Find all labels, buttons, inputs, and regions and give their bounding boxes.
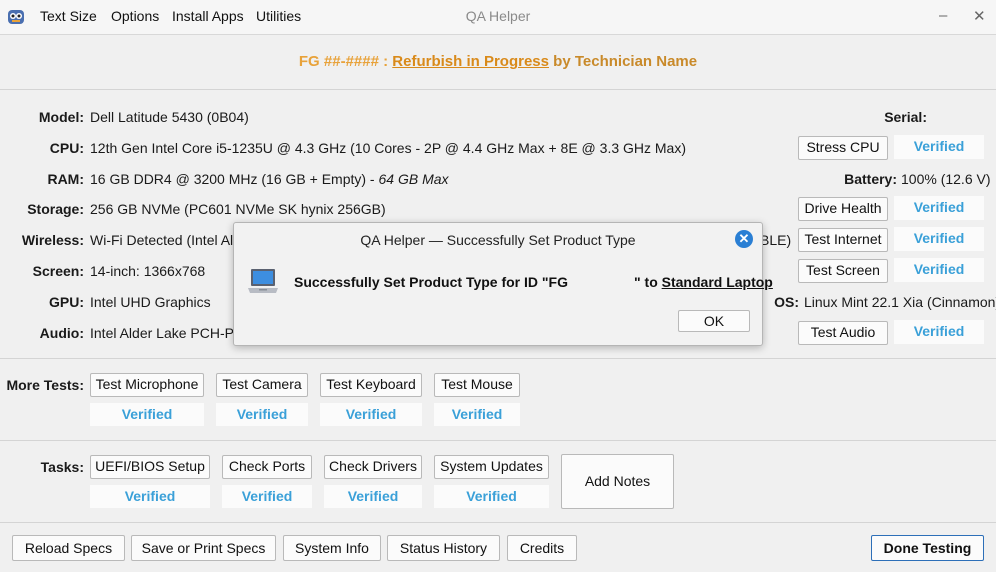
dialog-ok-button[interactable]: OK [678, 310, 750, 332]
wireless-label: Wireless: [21, 232, 84, 248]
test-screen-status: Verified [894, 258, 984, 282]
uefi-bios-setup-status: Verified [90, 485, 210, 508]
done-testing-button[interactable]: Done Testing [871, 535, 984, 561]
os-value: Linux Mint 22.1 Xia (Cinnamon) [804, 294, 996, 310]
dialog-message-mid: " to [634, 274, 662, 290]
test-keyboard-status: Verified [320, 403, 422, 426]
dialog-title: QA Helper — Successfully Set Product Typ… [360, 232, 636, 248]
divider [0, 89, 996, 90]
dialog-close-button[interactable]: ✕ [735, 230, 753, 248]
serial-label: Serial: [884, 109, 927, 125]
check-ports-status: Verified [222, 485, 312, 508]
gpu-label: GPU: [49, 294, 84, 310]
drive-health-button[interactable]: Drive Health [798, 197, 888, 221]
ram-text: 16 GB DDR4 @ 3200 MHz (16 GB + Empty) - [90, 171, 379, 187]
cpu-value: 12th Gen Intel Core i5-1235U @ 4.3 GHz (… [90, 140, 687, 156]
divider [0, 358, 996, 359]
test-camera-status: Verified [216, 403, 308, 426]
model-label: Model: [38, 109, 84, 125]
check-drivers-button[interactable]: Check Drivers [324, 455, 422, 479]
system-info-button[interactable]: System Info [283, 535, 381, 561]
product-type-value: Standard Laptop [661, 274, 773, 290]
test-screen-button[interactable]: Test Screen [798, 259, 888, 283]
drive-health-status: Verified [894, 196, 984, 220]
test-mouse-button[interactable]: Test Mouse [434, 373, 520, 397]
storage-label: Storage: [27, 201, 84, 217]
system-updates-status: Verified [434, 485, 549, 508]
laptop-icon [247, 267, 279, 300]
check-ports-button[interactable]: Check Ports [222, 455, 312, 479]
wireless-value: Wi-Fi Detected (Intel Alde [90, 232, 249, 248]
test-internet-status: Verified [894, 227, 984, 251]
save-print-specs-button[interactable]: Save or Print Specs [131, 535, 276, 561]
check-drivers-status: Verified [324, 485, 422, 508]
dialog-message-prefix: Successfully Set Product Type for ID "FG [294, 274, 568, 290]
wireless-value-tail: BLE) [760, 232, 792, 248]
battery-value: 100% (12.6 V) [901, 171, 991, 187]
test-keyboard-button[interactable]: Test Keyboard [320, 373, 422, 397]
dialog-message: Successfully Set Product Type for ID "FG… [294, 274, 773, 290]
status-header: FG ##-#### : Refurbish in Progress by Te… [0, 53, 996, 70]
test-microphone-status: Verified [90, 403, 204, 426]
audio-label: Audio: [39, 325, 84, 341]
screen-value: 14-inch: 1366x768 [90, 263, 206, 279]
system-updates-button[interactable]: System Updates [434, 455, 549, 479]
test-mouse-status: Verified [434, 403, 520, 426]
gpu-value: Intel UHD Graphics [90, 294, 211, 310]
test-internet-button[interactable]: Test Internet [798, 228, 888, 252]
divider [0, 522, 996, 523]
stress-cpu-button[interactable]: Stress CPU [798, 136, 888, 160]
test-audio-status: Verified [894, 320, 984, 344]
credits-button[interactable]: Credits [507, 535, 577, 561]
technician-name: Technician Name [574, 53, 698, 70]
audio-value: Intel Alder Lake PCH-P H [90, 325, 248, 341]
test-audio-button[interactable]: Test Audio [798, 321, 888, 345]
test-microphone-button[interactable]: Test Microphone [90, 373, 204, 397]
title-bar: Text Size Options Install Apps Utilities… [0, 0, 996, 35]
minimize-button[interactable]: – [939, 7, 947, 24]
ram-value: 16 GB DDR4 @ 3200 MHz (16 GB + Empty) - … [90, 171, 449, 187]
ram-max: 64 GB Max [378, 171, 449, 187]
status-link[interactable]: Refurbish in Progress [392, 53, 549, 70]
ram-label: RAM: [47, 171, 84, 187]
more-tests-label: More Tests: [6, 377, 84, 393]
by-text: by [553, 53, 571, 70]
battery-label: Battery: [844, 171, 897, 187]
reload-specs-button[interactable]: Reload Specs [12, 535, 125, 561]
screen-label: Screen: [32, 263, 84, 279]
uefi-bios-setup-button[interactable]: UEFI/BIOS Setup [90, 455, 210, 479]
test-camera-button[interactable]: Test Camera [216, 373, 308, 397]
window-title: QA Helper [465, 8, 531, 24]
storage-value: 256 GB NVMe (PC601 NVMe SK hynix 256GB) [90, 201, 386, 217]
fg-id: FG ##-#### : [298, 53, 389, 70]
stress-cpu-status: Verified [894, 135, 984, 159]
cpu-label: CPU: [49, 140, 84, 156]
add-notes-button[interactable]: Add Notes [561, 454, 674, 509]
divider [0, 440, 996, 441]
status-history-button[interactable]: Status History [387, 535, 500, 561]
close-window-button[interactable]: ✕ [973, 7, 986, 25]
product-type-dialog: QA Helper — Successfully Set Product Typ… [233, 222, 773, 346]
tasks-label: Tasks: [40, 459, 84, 475]
model-value: Dell Latitude 5430 (0B04) [90, 109, 249, 125]
